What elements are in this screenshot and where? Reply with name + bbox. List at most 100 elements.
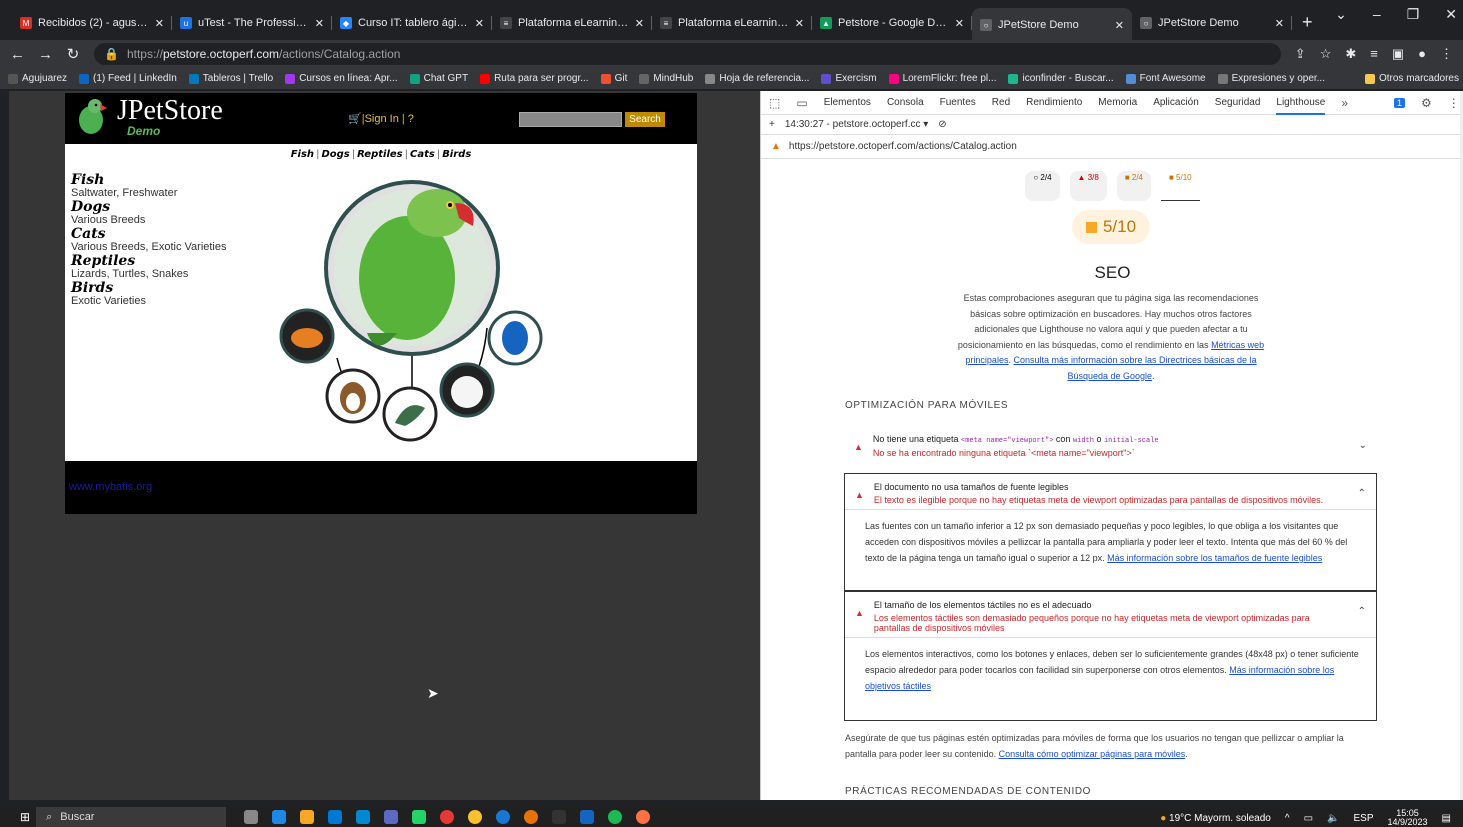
browser-tab[interactable]: ○ JPetStore Demo ✕ (972, 8, 1132, 42)
tab-search-icon[interactable]: ⌄ (1335, 6, 1347, 23)
clock[interactable]: 15:05 14/9/2023 (1388, 809, 1428, 827)
category-link-dogs[interactable]: Dogs (71, 200, 227, 214)
browser-tab[interactable]: ▲ Petstore - Google Drive ✕ (812, 10, 972, 36)
task-view-icon[interactable] (244, 810, 259, 824)
bookmark-item[interactable]: iconfinder - Buscar... (1008, 73, 1114, 84)
report-selector[interactable]: 14:30:27 - petstore.octoperf.cc ▾ (785, 119, 928, 130)
language-indicator[interactable]: ESP (1353, 813, 1373, 824)
spotify-icon[interactable] (608, 810, 623, 824)
new-tab-icon[interactable]: + (1292, 10, 1323, 34)
reading-list-icon[interactable]: ≡ (1370, 46, 1378, 62)
score-performance[interactable]: ○ 2/4 (1025, 171, 1060, 201)
cart-icon[interactable]: 🛒 (348, 113, 362, 125)
chevron-down-icon[interactable]: ⌄ (1359, 440, 1367, 451)
tab-close-icon[interactable]: ✕ (1115, 19, 1124, 32)
bookmark-item[interactable]: Ruta para ser progr... (480, 73, 589, 84)
calculator-icon[interactable] (384, 810, 399, 824)
notifications-icon[interactable]: ▤ (1442, 813, 1451, 824)
browser-tab[interactable]: ≡ Plataforma eLearning de C ✕ (492, 10, 652, 36)
menu-icon[interactable]: ⋮ (1440, 46, 1453, 62)
clear-icon[interactable]: ⊘ (938, 119, 946, 130)
category-link-fish[interactable]: Fish (71, 173, 227, 187)
devtools-tab-rendimiento[interactable]: Rendimiento (1026, 97, 1082, 108)
whatsapp-icon[interactable] (412, 810, 427, 824)
edge-icon[interactable] (272, 810, 287, 824)
issues-badge[interactable]: 1 (1394, 97, 1406, 108)
font-size-info-link[interactable]: Más información sobre los tamaños de fue… (1107, 553, 1322, 563)
devtools-tab-red[interactable]: Red (992, 97, 1010, 108)
mobile-optimize-link[interactable]: Consulta cómo optimizar páginas para móv… (999, 749, 1186, 759)
browser-tab[interactable]: M Recibidos (2) - agustin.juar ✕ (12, 10, 172, 36)
inspect-icon[interactable]: ⬚ (769, 96, 780, 110)
tab-close-icon[interactable]: ✕ (795, 17, 804, 30)
parrot-logo-icon[interactable] (73, 96, 109, 136)
tab-close-icon[interactable]: ✕ (315, 17, 324, 30)
tab-close-icon[interactable]: ✕ (1275, 17, 1284, 30)
devtools-tab-memoria[interactable]: Memoria (1098, 97, 1137, 108)
browser-tab[interactable]: u uTest - The Professional N ✕ (172, 10, 332, 36)
devtools-tab-consola[interactable]: Consola (887, 97, 924, 108)
bookmark-item[interactable]: MindHub (639, 73, 693, 84)
browser-tab[interactable]: ◆ Curso IT: tablero ágil - Jira ✕ (332, 10, 492, 36)
score-seo[interactable]: ■ 5/10 (1161, 171, 1200, 201)
bookmark-item[interactable]: Hoja de referencia... (705, 73, 809, 84)
more-tabs-icon[interactable]: » (1341, 96, 1348, 110)
back-icon[interactable]: ← (10, 46, 25, 63)
windows-start-icon[interactable]: ⊞ (20, 810, 30, 824)
chrome-icon[interactable] (468, 810, 483, 824)
chevron-up-icon[interactable]: ⌃ (1358, 606, 1366, 617)
mybatis-link[interactable]: www.mybatis.org (69, 481, 152, 493)
chrome-profile-icon[interactable] (496, 810, 511, 824)
tab-close-icon[interactable]: ✕ (955, 17, 964, 30)
address-bar[interactable]: 🔒 https://petstore.octoperf.com/actions/… (94, 43, 1281, 65)
maximize-icon[interactable]: ❐ (1407, 6, 1420, 23)
search-button[interactable]: Search (625, 112, 665, 127)
opera-icon[interactable] (440, 810, 455, 824)
score-best-practices[interactable]: ■ 2/4 (1116, 171, 1151, 201)
extensions-icon[interactable]: ✱ (1345, 46, 1356, 62)
score-accessibility[interactable]: ▲ 3/8 (1069, 171, 1107, 201)
terminal-icon[interactable] (552, 810, 567, 824)
other-bookmarks[interactable]: Otros marcadores (1364, 73, 1459, 84)
settings-gear-icon[interactable]: ⚙ (1421, 96, 1432, 110)
network-icon[interactable]: ▭ (1304, 813, 1313, 824)
devtools-tab-fuentes[interactable]: Fuentes (940, 97, 976, 108)
tab-close-icon[interactable]: ✕ (155, 17, 164, 30)
sign-in-link[interactable]: Sign In (365, 113, 399, 125)
chrome-dev-icon[interactable] (524, 810, 539, 824)
bookmark-item[interactable]: Font Awesome (1125, 73, 1206, 84)
audit-tap-targets[interactable]: ▲ El tamaño de los elementos táctiles no … (844, 591, 1377, 721)
tab-close-icon[interactable]: ✕ (635, 17, 644, 30)
audit-viewport[interactable]: ▲ No tiene una etiqueta <meta name="viewp… (844, 426, 1377, 462)
devtools-tab-elementos[interactable]: Elementos (824, 97, 871, 108)
bookmark-item[interactable]: LoremFlickr: free pl... (888, 73, 996, 84)
forward-icon[interactable]: → (38, 46, 53, 63)
bookmark-item[interactable]: Tableros | Trello (188, 73, 273, 84)
store-icon[interactable] (328, 810, 343, 824)
minimize-icon[interactable]: – (1373, 6, 1381, 23)
google-guidelines-link[interactable]: Consulta más información sobre las Direc… (1013, 355, 1256, 381)
bookmark-item[interactable]: Git (600, 73, 627, 84)
bookmark-item[interactable]: Agujuarez (8, 73, 67, 84)
device-toolbar-icon[interactable]: ▭ (796, 96, 807, 110)
side-panel-icon[interactable]: ▣ (1392, 46, 1404, 62)
category-link-birds[interactable]: Birds (71, 281, 227, 295)
mail-icon[interactable] (356, 810, 371, 824)
share-icon[interactable]: ⇪ (1295, 46, 1306, 62)
bookmark-item[interactable]: Exercism (821, 73, 877, 84)
profile-avatar[interactable]: ● (1418, 46, 1426, 62)
search-input[interactable] (519, 112, 622, 127)
weather-widget[interactable]: ● 19°C Mayorm. soleado (1160, 813, 1271, 824)
devtools-tab-aplicación[interactable]: Aplicación (1153, 97, 1199, 108)
browser-tab[interactable]: ≡ Plataforma eLearning de C ✕ (652, 10, 812, 36)
explorer-icon[interactable] (300, 810, 315, 824)
kebab-menu-icon[interactable]: ⋮ (1448, 96, 1460, 110)
new-report-icon[interactable]: + (769, 119, 775, 130)
tab-close-icon[interactable]: ✕ (475, 17, 484, 30)
browser-tab[interactable]: ○ JPetStore Demo ✕ (1132, 10, 1292, 36)
category-link-cats[interactable]: Cats (71, 227, 227, 241)
chevron-up-icon[interactable]: ⌃ (1358, 488, 1366, 499)
bookmark-item[interactable]: Cursos en línea: Apr... (285, 73, 398, 84)
bookmark-item[interactable]: (1) Feed | LinkedIn (79, 73, 177, 84)
devtools-tab-seguridad[interactable]: Seguridad (1215, 97, 1261, 108)
